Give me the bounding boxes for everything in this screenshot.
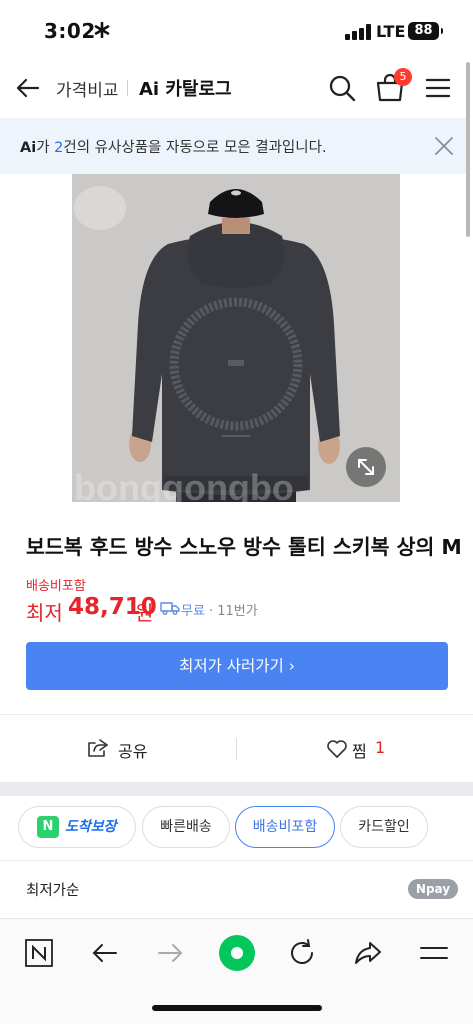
watermark-text: bonggongbo <box>74 467 294 502</box>
scrollbar[interactable] <box>466 62 470 237</box>
action-row: 공유 찜 1 <box>0 716 473 782</box>
filter-chip-shipping-included[interactable]: 배송비포함 <box>235 806 335 848</box>
free-shipping-label: 무료 <box>181 604 205 619</box>
filter-chip-card-discount[interactable]: 카드할인 <box>340 806 428 848</box>
cart-count-badge: 5 <box>394 68 412 86</box>
heart-icon[interactable] <box>326 739 348 759</box>
close-icon[interactable] <box>433 135 455 157</box>
ai-notice-banner: Ai가 2건의 유사상품을 자동으로 모은 결과입니다. <box>0 118 466 174</box>
price-unit: 원 <box>135 601 154 625</box>
npay-badge: Npay <box>408 879 458 899</box>
filter-chip-fast-delivery[interactable]: 빠른배송 <box>142 806 230 848</box>
naver-home-icon[interactable] <box>23 937 55 969</box>
status-bar: 3:02 LTE 88 <box>0 0 473 60</box>
nav-separator <box>127 80 128 96</box>
expand-image-button[interactable] <box>346 447 386 487</box>
forward-icon[interactable] <box>154 937 186 969</box>
home-indicator[interactable] <box>152 1005 322 1011</box>
shipping-included-label: 배송비포함 <box>26 579 86 594</box>
truck-icon <box>160 602 180 615</box>
product-title: 보드복 후드 방수 스노우 방수 톨티 스키복 상의 M <box>26 535 462 559</box>
divider <box>0 714 473 715</box>
lowest-price-label: 최저 <box>26 601 63 625</box>
sort-lowest-price[interactable]: 최저가순 <box>26 879 79 900</box>
refresh-icon[interactable] <box>286 937 318 969</box>
price-compare-link[interactable]: 가격비교 <box>56 76 119 101</box>
filter-chip-label: 도착보장 <box>65 819 117 835</box>
hamburger-menu-icon[interactable] <box>425 76 451 100</box>
notice-text: Ai가 2건의 유사상품을 자동으로 모은 결과입니다. <box>20 140 327 156</box>
status-time: 3:02 <box>44 19 96 43</box>
buy-lowest-price-button[interactable]: 최저가 사러가기 › <box>26 642 448 690</box>
share-forward-icon[interactable] <box>352 937 384 969</box>
filter-chip-arrival-guarantee[interactable]: N 도착보장 <box>18 806 136 848</box>
naver-green-dot-icon[interactable] <box>218 934 256 972</box>
share-icon[interactable] <box>87 738 109 758</box>
search-icon[interactable] <box>327 73 357 103</box>
back-arrow-icon[interactable] <box>14 74 42 102</box>
network-type: LTE <box>376 22 406 41</box>
section-divider <box>0 782 473 796</box>
zzim-count: 1 <box>375 738 386 757</box>
sort-row: 최저가순 Npay <box>0 860 473 918</box>
ai-catalog-title: Ai 카탈로그 <box>139 79 232 100</box>
zzim-button[interactable]: 찜 <box>352 738 367 762</box>
naver-n-icon: N <box>37 816 59 838</box>
expand-icon <box>358 459 374 475</box>
seller-name: · 11번가 <box>209 604 258 619</box>
share-button[interactable]: 공유 <box>118 738 147 762</box>
menu-icon[interactable] <box>418 937 450 969</box>
action-separator <box>236 738 237 760</box>
signal-icon <box>345 24 371 40</box>
battery-icon: 88 <box>408 22 443 40</box>
asterisk-icon <box>94 22 110 38</box>
top-nav: 가격비교 Ai 카탈로그 5 <box>0 60 473 118</box>
back-icon[interactable] <box>89 937 121 969</box>
